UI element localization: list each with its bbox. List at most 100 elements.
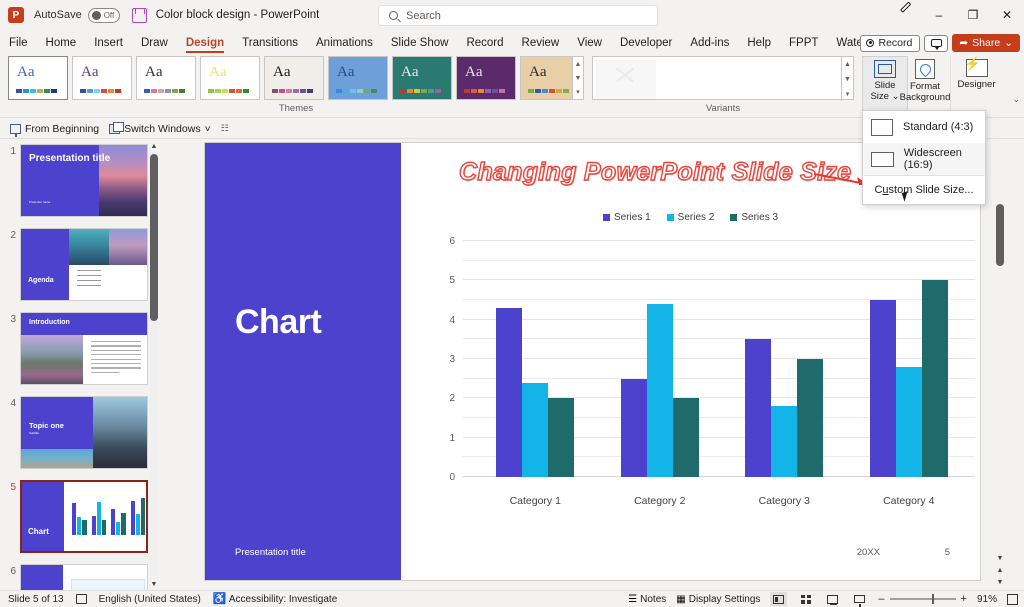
chart-bar[interactable]	[771, 406, 798, 477]
search-box[interactable]: Search	[378, 5, 658, 26]
variants-scrollbar[interactable]: ▲ ▼ ▾	[841, 57, 853, 101]
chart-bar[interactable]	[496, 307, 523, 477]
theme-thumbnail-3[interactable]: Aa	[136, 56, 196, 100]
chart-bar-group[interactable]: Category 2	[598, 239, 723, 507]
chart-bar-group[interactable]: Category 4	[847, 239, 972, 507]
from-beginning-button[interactable]: From Beginning	[10, 123, 99, 137]
thumb-scroll-down-icon[interactable]: ▼	[148, 578, 160, 590]
view-slide-sorter-button[interactable]	[797, 592, 814, 606]
slide-thumbnail-3[interactable]: Introduction	[20, 312, 148, 385]
thumb-scroll-thumb[interactable]	[150, 154, 158, 321]
chart-bar[interactable]	[921, 280, 948, 477]
chart-bar-group[interactable]: Category 1	[473, 239, 598, 507]
tab-design[interactable]: Design	[177, 32, 233, 54]
display-settings-button[interactable]: Display Settings	[689, 594, 761, 605]
slide-scroll-thumb[interactable]	[996, 204, 1004, 266]
zoom-out-button[interactable]: –	[878, 593, 884, 605]
chart-bar[interactable]	[522, 382, 549, 477]
tab-review[interactable]: Review	[513, 32, 569, 54]
chart-bar[interactable]	[548, 398, 575, 477]
theme-thumbnail-9[interactable]: Aa	[520, 56, 580, 100]
theme-thumbnail-5[interactable]: Aa	[264, 56, 324, 100]
pen-icon[interactable]	[888, 0, 922, 30]
autosave-toggle[interactable]: Off	[87, 7, 120, 23]
legend-item-2[interactable]: Series 2	[666, 212, 714, 223]
zoom-in-button[interactable]: +	[961, 593, 967, 605]
themes-scroll-up-icon[interactable]: ▲	[573, 57, 583, 71]
tab-slide-show[interactable]: Slide Show	[382, 32, 458, 54]
themes-scrollbar[interactable]: ▲ ▼ ▾	[572, 56, 584, 100]
tab-insert[interactable]: Insert	[85, 32, 132, 54]
theme-thumbnail-6[interactable]: Aa	[328, 56, 388, 100]
zoom-level-label[interactable]: 91%	[977, 594, 997, 605]
legend-item-1[interactable]: Series 1	[602, 212, 651, 223]
thumbnail-scrollbar[interactable]: ▲ ▼	[148, 140, 160, 590]
chart-bar[interactable]	[646, 303, 673, 477]
legend-item-3[interactable]: Series 3	[730, 212, 778, 223]
slide-counter[interactable]: Slide 5 of 13	[8, 594, 64, 605]
tab-transitions[interactable]: Transitions	[233, 32, 307, 54]
wordart-title[interactable]: Changing PowerPoint Slide Size	[458, 157, 851, 187]
share-button[interactable]: ➦ Share ⌄	[952, 34, 1020, 52]
close-button[interactable]: ✕	[990, 0, 1024, 30]
thumb-scroll-up-icon[interactable]: ▲	[148, 140, 160, 152]
slide-thumbnail-4[interactable]: Topic one Subtitle	[20, 396, 148, 469]
slide-thumbnail-item[interactable]: 5 Chart	[0, 480, 160, 553]
language-label[interactable]: English (United States)	[99, 594, 201, 605]
slide-thumbnail-6[interactable]	[20, 564, 148, 590]
slide-thumbnail-item[interactable]: 6	[0, 564, 160, 590]
chart-bar[interactable]	[672, 398, 699, 477]
chart-bar[interactable]	[797, 359, 824, 477]
menu-item-widescreen-16-9[interactable]: Widescreen (16:9)	[863, 143, 985, 175]
chart-bar[interactable]	[745, 339, 772, 477]
format-background-button[interactable]: Format Background	[900, 56, 950, 112]
comments-button[interactable]	[924, 34, 949, 52]
slide-thumbnail-2[interactable]: Agenda	[20, 228, 148, 301]
slide-thumbnail-5[interactable]: Chart	[20, 480, 148, 553]
designer-button[interactable]: Designer	[950, 56, 1002, 112]
variants-scroll-up-icon[interactable]: ▲	[842, 57, 853, 72]
chart-bar[interactable]	[869, 300, 896, 477]
tab-fppt[interactable]: FPPT	[780, 32, 827, 54]
record-button[interactable]: Record	[860, 34, 921, 52]
zoom-slider-knob[interactable]	[931, 594, 935, 605]
tab-file[interactable]: File	[0, 32, 37, 54]
slide-thumbnail-item[interactable]: 2 Agenda	[0, 228, 160, 301]
tab-record[interactable]: Record	[457, 32, 512, 54]
slide-thumbnail-item[interactable]: 1 Presentation title Presenter name	[0, 144, 160, 217]
tab-developer[interactable]: Developer	[611, 32, 681, 54]
tab-add-ins[interactable]: Add-ins	[681, 32, 738, 54]
theme-thumbnail-1[interactable]: Aa	[8, 56, 68, 100]
previous-slide-icon[interactable]: ▲	[992, 564, 1008, 576]
view-slide-show-button[interactable]	[851, 592, 868, 607]
language-icon[interactable]	[75, 594, 87, 604]
tab-animations[interactable]: Animations	[307, 32, 382, 54]
slide-thumbnail-item[interactable]: 3 Introduction	[0, 312, 160, 385]
notes-button[interactable]: Notes	[640, 594, 666, 605]
qat-overflow-icon[interactable]: ☷	[221, 123, 229, 134]
variants-gallery[interactable]: ▲ ▼ ▾	[592, 56, 854, 101]
restore-button[interactable]: ❐	[956, 0, 990, 30]
chart-bar-group[interactable]: Category 3	[722, 239, 847, 507]
zoom-slider-track[interactable]	[889, 594, 956, 605]
zoom-slider[interactable]: – +	[878, 593, 967, 605]
variants-more-icon[interactable]: ▾	[842, 86, 853, 101]
theme-thumbnail-4[interactable]: Aa	[200, 56, 260, 100]
fit-to-window-icon[interactable]	[1007, 593, 1018, 605]
menu-item-standard-4-3[interactable]: Standard (4:3)	[863, 111, 985, 143]
view-normal-button[interactable]	[770, 592, 788, 606]
themes-more-icon[interactable]: ▾	[573, 85, 583, 99]
menu-item-custom-slide-size[interactable]: Cu stom Slide Size...	[863, 176, 985, 204]
slide-thumbnail-item[interactable]: 4 Topic one Subtitle	[0, 396, 160, 469]
variants-scroll-down-icon[interactable]: ▼	[842, 72, 853, 87]
theme-thumbnail-7[interactable]: Aa	[392, 56, 452, 100]
chart-bar[interactable]	[895, 366, 922, 477]
theme-thumbnail-2[interactable]: Aa	[72, 56, 132, 100]
tab-draw[interactable]: Draw	[132, 32, 177, 54]
tab-view[interactable]: View	[568, 32, 611, 54]
accessibility-label[interactable]: Accessibility: Investigate	[229, 594, 337, 605]
slide-scroll-down-icon[interactable]: ▼	[992, 552, 1008, 564]
slide-scrollbar[interactable]: ▼ ▲ ▼	[992, 140, 1008, 590]
minimize-button[interactable]: –	[922, 0, 956, 30]
chart-bar[interactable]	[620, 378, 647, 477]
